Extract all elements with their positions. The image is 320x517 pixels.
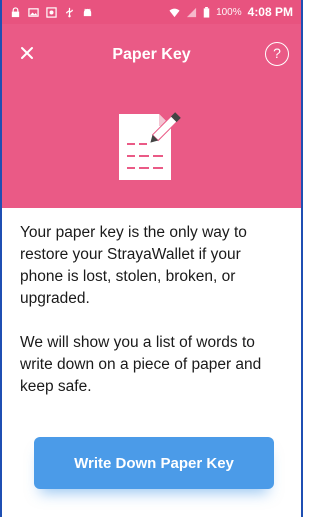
signal-icon — [186, 7, 197, 17]
header: Paper Key ? — [2, 24, 301, 208]
screenshot-icon — [46, 6, 57, 18]
description-paragraph-1: Your paper key is the only way to restor… — [20, 224, 247, 307]
description-paragraph-2: We will show you a list of words to writ… — [20, 334, 262, 395]
description: Your paper key is the only way to restor… — [20, 222, 283, 420]
usb-icon — [66, 7, 73, 17]
status-bar: 100% 4:08 PM — [2, 0, 301, 24]
screen: 100% 4:08 PM Paper Key ? Your paper key … — [0, 0, 303, 517]
wifi-icon — [169, 8, 180, 17]
battery-icon — [203, 6, 210, 18]
help-icon[interactable]: ? — [265, 42, 289, 66]
notification-icons — [10, 6, 93, 18]
lock-icon — [11, 6, 20, 17]
clock: 4:08 PM — [247, 5, 293, 19]
android-icon — [83, 8, 92, 16]
page-title: Paper Key — [112, 46, 191, 63]
image-icon — [28, 7, 39, 17]
battery-level: 100% — [216, 6, 242, 18]
system-icons: 100% 4:08 PM — [169, 5, 293, 19]
paper-pencil-icon — [119, 112, 181, 180]
write-down-paper-key-button[interactable]: Write Down Paper Key — [34, 437, 274, 489]
